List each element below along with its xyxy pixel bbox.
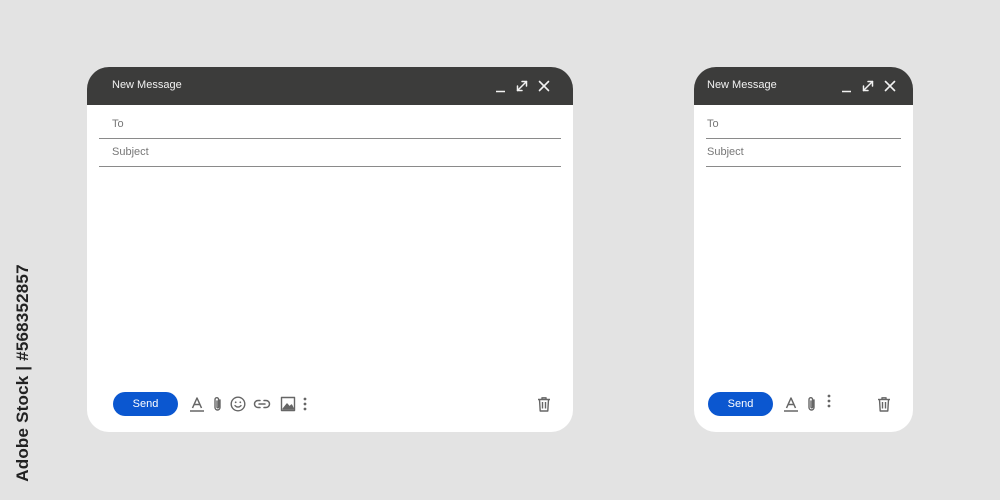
format-text-icon[interactable] bbox=[781, 394, 801, 414]
compose-title: New Message bbox=[112, 79, 182, 91]
compose-window-large: New Message To Subject Send bbox=[87, 67, 573, 432]
send-button[interactable]: Send bbox=[113, 392, 178, 416]
link-icon[interactable] bbox=[252, 394, 272, 414]
minimize-icon[interactable] bbox=[491, 76, 511, 96]
watermark-text: Adobe Stock | #568352857 bbox=[13, 264, 32, 482]
emoji-icon[interactable] bbox=[228, 394, 248, 414]
subject-field[interactable]: Subject bbox=[706, 138, 905, 168]
to-field[interactable]: To bbox=[99, 110, 565, 140]
delete-icon[interactable] bbox=[874, 394, 894, 414]
close-icon[interactable] bbox=[534, 76, 554, 96]
to-input[interactable] bbox=[99, 110, 565, 140]
format-text-icon[interactable] bbox=[187, 394, 207, 414]
close-icon[interactable] bbox=[880, 76, 900, 96]
send-button[interactable]: Send bbox=[708, 392, 773, 416]
subject-field[interactable]: Subject bbox=[99, 138, 565, 168]
attach-icon[interactable] bbox=[208, 394, 228, 414]
to-field[interactable]: To bbox=[706, 110, 905, 140]
expand-icon[interactable] bbox=[858, 76, 878, 96]
subject-input[interactable] bbox=[706, 138, 905, 168]
to-input[interactable] bbox=[706, 110, 905, 140]
compose-titlebar[interactable]: New Message bbox=[694, 67, 913, 105]
more-options-icon[interactable] bbox=[295, 394, 315, 414]
subject-input[interactable] bbox=[99, 138, 565, 168]
compose-window-small: New Message To Subject Send bbox=[694, 67, 913, 432]
minimize-icon[interactable] bbox=[837, 76, 857, 96]
watermark: Adobe Stock | #568352857 bbox=[10, 262, 36, 484]
message-body[interactable] bbox=[706, 172, 901, 382]
expand-icon[interactable] bbox=[512, 76, 532, 96]
delete-icon[interactable] bbox=[534, 394, 554, 414]
compose-titlebar[interactable]: New Message bbox=[87, 67, 573, 105]
message-body[interactable] bbox=[99, 172, 561, 382]
compose-title: New Message bbox=[707, 79, 777, 91]
more-options-icon[interactable] bbox=[819, 391, 839, 411]
